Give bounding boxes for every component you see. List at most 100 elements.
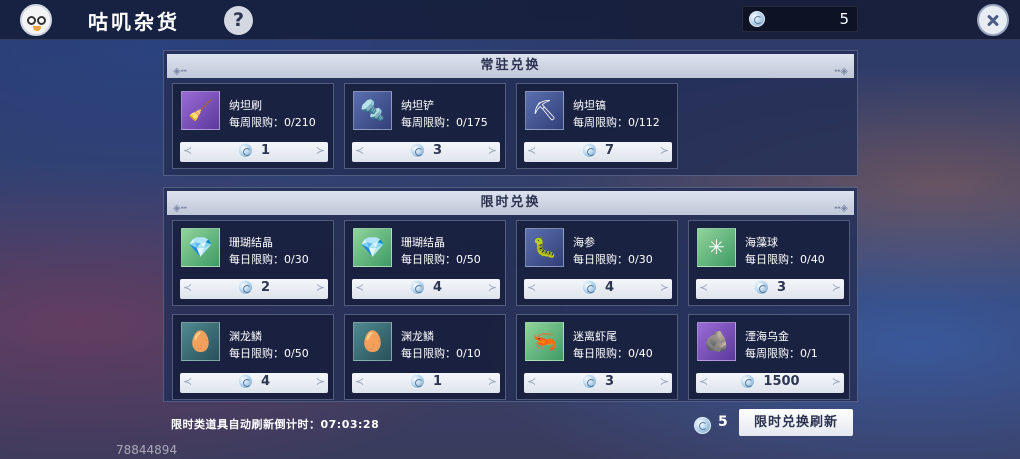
shop-item-card[interactable]: 🔩 纳坦铲 每周限购：0/175 ≺ 3 ≻: [344, 83, 506, 169]
permanent-exchange-header: ◈╍ 常驻兑换 ╍◈: [167, 54, 854, 78]
shop-item-card[interactable]: 🐛 海参 每日限购：0/30 ≺ 4 ≻: [516, 220, 678, 306]
player-uid: 78844894: [116, 443, 178, 457]
ornament-right-icon: ╍◈: [834, 203, 848, 214]
item-price: 1: [260, 143, 271, 158]
coral-crystal-icon: 💎: [353, 228, 392, 267]
buy-button[interactable]: ≺ 4 ≻: [524, 279, 672, 299]
limited-exchange-panel: ◈╍ 限时兑换 ╍◈ 💎 珊瑚结晶 每日限购：0/30 ≺ 2 ≻ 💎 珊瑚结晶 每…: [163, 187, 858, 402]
item-name: 渊龙鳞: [401, 330, 434, 343]
item-limit: 每日限购：0/30: [573, 253, 653, 266]
sea-cucumber-icon: 🐛: [525, 228, 564, 267]
item-name: 纳坦镐: [573, 99, 606, 112]
item-name: 海参: [573, 236, 595, 249]
shop-item-card[interactable]: 🥚 渊龙鳞 每日限购：0/10 ≺ 1 ≻: [344, 314, 506, 400]
item-limit: 每周限购：0/112: [573, 116, 660, 129]
item-limit: 每日限购：0/50: [229, 347, 309, 360]
shell-coin-icon: [237, 143, 253, 158]
shop-item-card[interactable]: 💎 珊瑚结晶 每日限购：0/50 ≺ 4 ≻: [344, 220, 506, 306]
permanent-exchange-title: 常驻兑换: [480, 58, 541, 73]
buy-button[interactable]: ≺ 4 ≻: [180, 373, 328, 393]
shop-item-card[interactable]: 🧹 纳坦刷 每周限购：0/210 ≺ 1 ≻: [172, 83, 334, 169]
shop-item-card[interactable]: ⛏ 纳坦镐 每周限购：0/112 ≺ 7 ≻: [516, 83, 678, 169]
shop-item-card[interactable]: 🥚 渊龙鳞 每日限购：0/50 ≺ 4 ≻: [172, 314, 334, 400]
item-price: 4: [432, 280, 443, 295]
item-price: 7: [604, 143, 615, 158]
shop-item-card[interactable]: 🪨 湮海乌金 每周限购：0/1 ≺ 1500 ≻: [688, 314, 850, 400]
buy-button[interactable]: ≺ 3 ≻: [696, 279, 844, 299]
shell-coin-icon: [581, 374, 597, 389]
item-limit: 每周限购：0/210: [229, 116, 316, 129]
item-limit: 每日限购：0/40: [573, 347, 653, 360]
buy-button[interactable]: ≺ 1 ≻: [352, 373, 500, 393]
item-price: 4: [260, 374, 271, 389]
dragon-scale-icon: 🥚: [353, 322, 392, 361]
shell-coin-icon: [581, 143, 597, 158]
item-price: 3: [776, 280, 787, 295]
ornament-left-icon: ◈╍: [173, 203, 187, 214]
dark-ore-icon: 🪨: [697, 322, 736, 361]
shell-coin-icon: [581, 280, 597, 295]
page-title: 咕叽杂货: [88, 10, 180, 34]
item-name: 迷离虾尾: [573, 330, 617, 343]
seaweed-ball-icon: ✳: [697, 228, 736, 267]
buy-button[interactable]: ≺ 3 ≻: [524, 373, 672, 393]
item-name: 纳坦铲: [401, 99, 434, 112]
buy-button[interactable]: ≺ 1500 ≻: [696, 373, 844, 393]
limited-exchange-title: 限时兑换: [480, 195, 541, 210]
item-name: 海藻球: [745, 236, 778, 249]
shop-item-card[interactable]: ✳ 海藻球 每日限购：0/40 ≺ 3 ≻: [688, 220, 850, 306]
shell-coin-icon: [237, 374, 253, 389]
shell-coin-icon: [409, 143, 425, 158]
shop-item-card[interactable]: 🦐 迷离虾尾 每日限购：0/40 ≺ 3 ≻: [516, 314, 678, 400]
item-limit: 每日限购：0/50: [401, 253, 481, 266]
buy-button[interactable]: ≺ 1 ≻: [180, 142, 328, 162]
buy-button[interactable]: ≺ 7 ≻: [524, 142, 672, 162]
buy-button[interactable]: ≺ 4 ≻: [352, 279, 500, 299]
shovel-icon: 🔩: [353, 91, 392, 130]
countdown-value: 07:03:28: [320, 418, 380, 431]
item-price: 1500: [763, 374, 800, 389]
shrimp-tail-icon: 🦐: [525, 322, 564, 361]
dragon-scale-icon: 🥚: [181, 322, 220, 361]
limited-exchange-header: ◈╍ 限时兑换 ╍◈: [167, 191, 854, 215]
item-limit: 每日限购：0/10: [401, 347, 481, 360]
permanent-exchange-panel: ◈╍ 常驻兑换 ╍◈ 🧹 纳坦刷 每周限购：0/210 ≺ 1 ≻ 🔩 纳坦铲 每周…: [163, 50, 858, 176]
top-bar: 咕叽杂货 ? 5: [0, 0, 1020, 40]
item-name: 纳坦刷: [229, 99, 262, 112]
item-name: 珊瑚结晶: [401, 236, 445, 249]
item-price: 2: [260, 280, 271, 295]
item-limit: 每周限购：0/1: [745, 347, 818, 360]
shell-coin-icon: [749, 11, 765, 27]
item-name: 渊龙鳞: [229, 330, 262, 343]
refresh-limited-button[interactable]: 限时兑换刷新: [739, 409, 853, 436]
coral-crystal-icon: 💎: [181, 228, 220, 267]
buy-button[interactable]: ≺ 3 ≻: [352, 142, 500, 162]
refresh-cost: 5: [718, 414, 728, 430]
ornament-left-icon: ◈╍: [173, 66, 187, 77]
shell-coin-icon: [740, 374, 756, 389]
item-name: 湮海乌金: [745, 330, 789, 343]
refresh-countdown: 限时类道具自动刷新倒计时：07:03:28: [171, 416, 379, 432]
shell-coin-icon: [409, 280, 425, 295]
currency-display: 5: [742, 6, 858, 32]
item-limit: 每周限购：0/175: [401, 116, 488, 129]
pickaxe-icon: ⛏: [525, 91, 564, 130]
brush-icon: 🧹: [181, 91, 220, 130]
help-button[interactable]: ?: [224, 6, 253, 35]
item-limit: 每日限购：0/40: [745, 253, 825, 266]
shell-coin-icon: [409, 374, 425, 389]
item-limit: 每日限购：0/30: [229, 253, 309, 266]
item-price: 1: [432, 374, 443, 389]
currency-amount: 5: [839, 10, 849, 28]
countdown-label: 限时类道具自动刷新倒计时：: [171, 418, 321, 431]
refresh-cost-display: [694, 415, 711, 434]
item-price: 3: [432, 143, 443, 158]
shop-mascot-icon: [20, 4, 52, 36]
ornament-right-icon: ╍◈: [834, 66, 848, 77]
item-price: 4: [604, 280, 615, 295]
shell-coin-icon: [753, 280, 769, 295]
shop-item-card[interactable]: 💎 珊瑚结晶 每日限购：0/30 ≺ 2 ≻: [172, 220, 334, 306]
buy-button[interactable]: ≺ 2 ≻: [180, 279, 328, 299]
close-button[interactable]: [977, 4, 1009, 36]
item-price: 3: [604, 374, 615, 389]
